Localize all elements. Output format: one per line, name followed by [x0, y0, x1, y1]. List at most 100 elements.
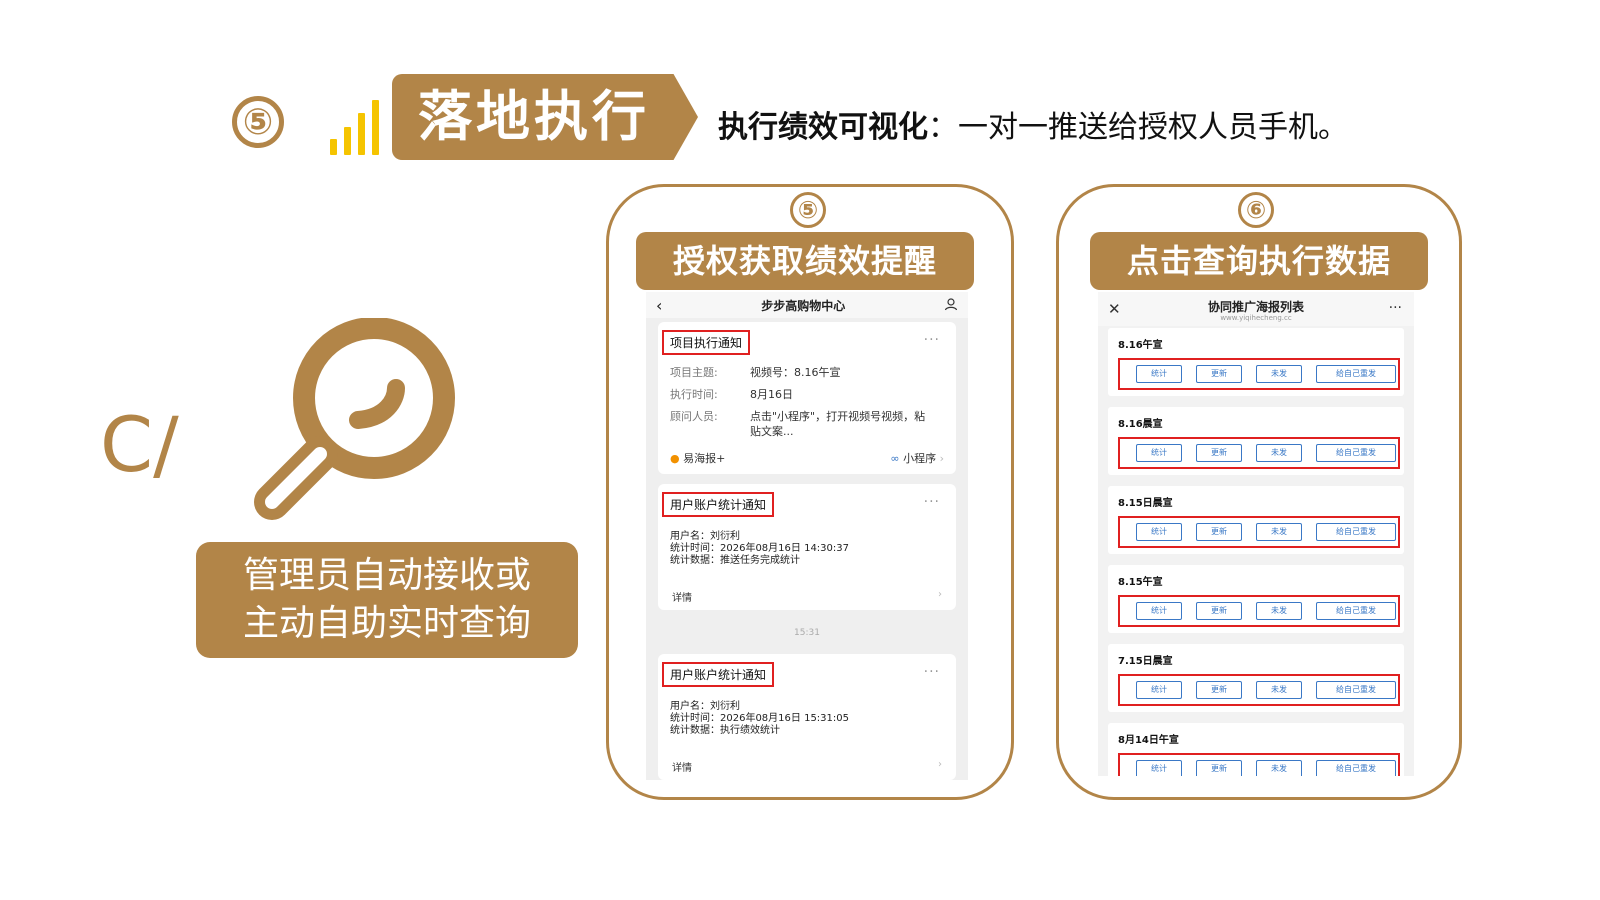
detail-label: 详情 — [672, 763, 692, 774]
stats-button[interactable]: 统计 — [1136, 444, 1182, 462]
stats-line: 统计数据：推送任务完成统计 — [670, 555, 800, 566]
poster-list-item[interactable]: 7.15日晨宣统计 更新 未发 给自己重发 — [1108, 644, 1404, 712]
stats-button[interactable]: 统计 — [1136, 760, 1182, 776]
detail-link[interactable]: 详情 › — [658, 759, 956, 774]
resend-to-self-button[interactable]: 给自己重发 — [1316, 365, 1396, 383]
update-button[interactable]: 更新 — [1196, 523, 1242, 541]
resend-to-self-button[interactable]: 给自己重发 — [1316, 681, 1396, 699]
row-key: 执行时间: — [670, 388, 718, 401]
mini-program-link[interactable]: ∞ 小程序 › — [890, 450, 944, 466]
detail-link[interactable]: 详情 › — [658, 589, 956, 604]
more-icon[interactable]: ··· — [1389, 300, 1402, 316]
resend-to-self-button[interactable]: 给自己重发 — [1316, 760, 1396, 776]
subtitle-bold: 执行绩效可视化 — [718, 110, 928, 145]
card-title: 用户账户统计通知 — [662, 662, 775, 687]
poster-item-title: 8.16晨宣 — [1118, 419, 1163, 430]
update-button[interactable]: 更新 — [1196, 444, 1242, 462]
phone2-screen: ✕ 协同推广海报列表 www.yiqihecheng.cc ··· 8.16午宣… — [1098, 292, 1414, 776]
more-icon[interactable]: ··· — [924, 332, 940, 348]
section-subtitle: 执行绩效可视化：一对一推送给授权人员手机。 — [718, 102, 1348, 146]
phone2-step-number: ⑥ — [1238, 192, 1274, 228]
mini-app-source: ● 易海报+ — [670, 450, 725, 466]
card-title: 用户账户统计通知 — [662, 492, 775, 517]
card-title: 项目执行通知 — [662, 330, 751, 355]
link-icon: ∞ — [890, 452, 900, 465]
phone1-banner: 授权获取绩效提醒 — [636, 232, 974, 290]
row-key: 顾问人员: — [670, 410, 718, 423]
unsent-button[interactable]: 未发 — [1256, 681, 1302, 699]
poster-item-title: 8.16午宣 — [1118, 340, 1163, 351]
more-icon[interactable]: ··· — [924, 494, 940, 510]
signal-bars-icon — [330, 100, 380, 155]
update-button[interactable]: 更新 — [1196, 602, 1242, 620]
stats-line: 统计时间：2026年08月16日 15:31:05 — [670, 713, 849, 724]
admin-line-1: 管理员自动接收或 — [242, 555, 531, 596]
poster-item-title: 8.15午宣 — [1118, 577, 1163, 588]
poster-list-item[interactable]: 8月14日午宣统计 更新 未发 给自己重发 — [1108, 723, 1404, 776]
more-icon[interactable]: ··· — [924, 664, 940, 680]
unsent-button[interactable]: 未发 — [1256, 602, 1302, 620]
poster-list-item[interactable]: 8.16晨宣统计 更新 未发 给自己重发 — [1108, 407, 1404, 475]
poster-list-item[interactable]: 8.15日晨宣统计 更新 未发 给自己重发 — [1108, 486, 1404, 554]
poster-item-title: 8.15日晨宣 — [1118, 498, 1173, 509]
action-button-row: 统计 更新 未发 给自己重发 — [1118, 437, 1400, 469]
unsent-button[interactable]: 未发 — [1256, 444, 1302, 462]
stats-button[interactable]: 统计 — [1136, 365, 1182, 383]
stats-button[interactable]: 统计 — [1136, 681, 1182, 699]
phone2-banner: 点击查询执行数据 — [1090, 232, 1428, 290]
row-value: 8月16日 — [750, 388, 793, 401]
chevron-right-icon: › — [938, 759, 942, 770]
update-button[interactable]: 更新 — [1196, 365, 1242, 383]
poster-list-item[interactable]: 8.16午宣统计 更新 未发 给自己重发 — [1108, 328, 1404, 396]
step-number-badge: ⑤ — [232, 96, 284, 148]
resend-to-self-button[interactable]: 给自己重发 — [1316, 602, 1396, 620]
user-icon[interactable] — [944, 297, 958, 314]
poster-item-title: 7.15日晨宣 — [1118, 656, 1173, 667]
chevron-right-icon: › — [939, 452, 944, 465]
magnifier-icon — [254, 318, 455, 520]
account-stats-card[interactable]: 用户账户统计通知 ··· 用户名：刘衍利 统计时间：2026年08月16日 14… — [658, 484, 956, 610]
phone2-nav-bar: ✕ 协同推广海报列表 www.yiqihecheng.cc ··· — [1098, 292, 1414, 326]
detail-label: 详情 — [672, 593, 692, 604]
stats-button[interactable]: 统计 — [1136, 523, 1182, 541]
performance-stats-card[interactable]: 用户账户统计通知 ··· 用户名：刘衍利 统计时间：2026年08月16日 15… — [658, 654, 956, 780]
unsent-button[interactable]: 未发 — [1256, 760, 1302, 776]
project-notice-card[interactable]: 项目执行通知 ··· 项目主题: 视频号：8.16午宣 执行时间: 8月16日 顾问… — [658, 322, 956, 474]
phone1-screen: ‹ 步步高购物中心 项目执行通知 ··· 项目主题: 视频号：8.16午宣 执行时… — [646, 292, 968, 780]
update-button[interactable]: 更新 — [1196, 681, 1242, 699]
row-value: 点击"小程序"，打开视频号视频，粘贴文案... — [750, 410, 926, 438]
chat-timestamp: 15:31 — [794, 628, 820, 638]
admin-description-box: 管理员自动接收或 主动自助实时查询 — [196, 542, 578, 658]
phone2-nav-url: www.yiqihecheng.cc — [1220, 314, 1292, 322]
action-button-row: 统计 更新 未发 给自己重发 — [1118, 595, 1400, 627]
stats-line: 统计数据：执行绩效统计 — [670, 725, 780, 736]
action-button-row: 统计 更新 未发 给自己重发 — [1118, 674, 1400, 706]
c-slash-logo: C/ — [100, 400, 179, 489]
section-title-tag: 落地执行 — [392, 74, 698, 160]
poster-item-title: 8月14日午宣 — [1118, 735, 1179, 746]
phone2-nav-title: 协同推广海报列表 — [1207, 300, 1304, 314]
notice-row: 项目主题: 视频号：8.16午宣 — [670, 365, 944, 380]
chevron-right-icon: › — [938, 589, 942, 600]
row-key: 项目主题: — [670, 366, 718, 379]
update-button[interactable]: 更新 — [1196, 760, 1242, 776]
unsent-button[interactable]: 未发 — [1256, 523, 1302, 541]
poster-list: 8.16午宣 统计 更新 未发 给自己重发 8.16晨宣 统计 更新 未发 给自己重发 8.15日晨… — [1098, 328, 1414, 776]
poster-list-item[interactable]: 8.15午宣统计 更新 未发 给自己重发 — [1108, 565, 1404, 633]
action-button-row: 统计 更新 未发 给自己重发 — [1118, 358, 1400, 390]
unsent-button[interactable]: 未发 — [1256, 365, 1302, 383]
resend-to-self-button[interactable]: 给自己重发 — [1316, 444, 1396, 462]
subtitle-rest: ：一对一推送给授权人员手机。 — [928, 110, 1348, 145]
stats-line: 统计时间：2026年08月16日 14:30:37 — [670, 543, 849, 554]
stats-line: 用户名：刘衍利 — [670, 531, 740, 542]
card-footer[interactable]: ● 易海报+ ∞ 小程序 › — [670, 450, 944, 466]
stats-line: 用户名：刘衍利 — [670, 701, 740, 712]
back-arrow-icon[interactable]: ‹ — [656, 296, 662, 315]
phone1-nav-title: 步步高购物中心 — [761, 298, 846, 313]
resend-to-self-button[interactable]: 给自己重发 — [1316, 523, 1396, 541]
action-button-row: 统计 更新 未发 给自己重发 — [1118, 753, 1400, 776]
stats-button[interactable]: 统计 — [1136, 602, 1182, 620]
phone1-step-number: ⑤ — [790, 192, 826, 228]
notice-row: 顾问人员: 点击"小程序"，打开视频号视频，粘贴文案... — [670, 409, 944, 439]
phone1-nav-bar: ‹ 步步高购物中心 — [646, 292, 968, 318]
